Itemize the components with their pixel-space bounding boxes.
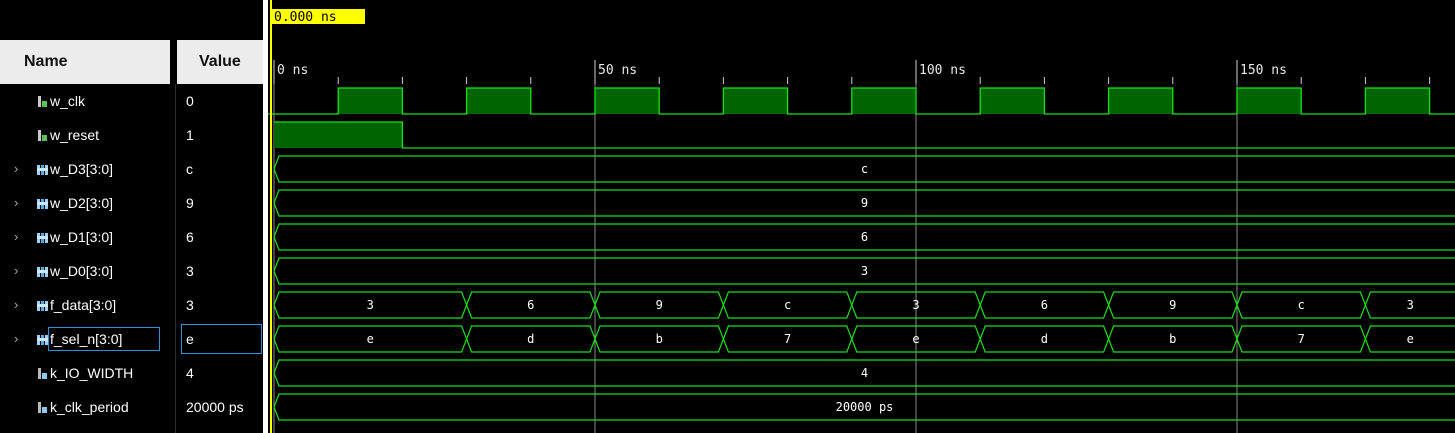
bit-signal-icon (36, 95, 48, 107)
signal-name: k_IO_WIDTH (50, 365, 134, 381)
param-signal-icon (36, 367, 48, 379)
bus-value-label: b (1169, 332, 1176, 346)
bit-high-fill (274, 122, 403, 148)
expand-chevron-icon[interactable]: › (14, 152, 26, 186)
time-label: 150 ns (1240, 63, 1287, 78)
bus-value-label: 6 (1041, 298, 1048, 312)
signal-row[interactable]: k_IO_WIDTH 4 (0, 356, 263, 390)
signal-row[interactable]: w_clk 0 (0, 84, 263, 118)
bus-value-label: 9 (656, 298, 663, 312)
expand-chevron-icon[interactable]: › (14, 288, 26, 322)
bus-value-label: 7 (784, 332, 791, 346)
signal-value: e (186, 331, 194, 347)
signal-name: f_data[3:0] (50, 297, 117, 313)
signal-name: w_D2[3:0] (50, 195, 114, 211)
expand-chevron-icon[interactable]: › (14, 322, 26, 356)
bit-signal-icon (36, 129, 48, 141)
bus-value-label: 7 (1298, 332, 1305, 346)
clock-high-fill (723, 88, 788, 114)
signal-value: 1 (186, 127, 194, 143)
param-signal-icon (36, 401, 48, 413)
signal-row[interactable]: › w_D2[3:0] 9 (0, 186, 263, 220)
bus-signal-icon (36, 197, 48, 209)
time-label: 0 ns (277, 63, 308, 78)
signal-value: 4 (186, 365, 194, 381)
bus-signal-icon (36, 265, 48, 277)
signal-name: w_D0[3:0] (50, 263, 114, 279)
time-label: 50 ns (598, 63, 637, 78)
signal-name: w_clk (50, 93, 86, 109)
bus-value-label: c (861, 162, 868, 176)
signal-value: 20000 ps (186, 399, 244, 415)
bus-value-label: e (912, 332, 919, 346)
bus-value-label: e (1407, 332, 1414, 346)
signal-value: c (186, 161, 193, 177)
bus-value-label: 20000 ps (836, 400, 894, 414)
name-column-header[interactable]: Name (0, 40, 170, 84)
signal-row[interactable]: k_clk_period 20000 ps (0, 390, 263, 424)
clock-high-fill (851, 88, 916, 114)
bus-value-label: c (784, 298, 791, 312)
signal-name: f_sel_n[3:0] (50, 331, 123, 347)
expand-chevron-icon[interactable]: › (14, 254, 26, 288)
bus-value-label: e (367, 332, 374, 346)
signal-row[interactable]: › f_sel_n[3:0] e (0, 322, 263, 356)
bus-signal-icon (36, 299, 48, 311)
signal-list-panel: Name Value w_clk 0 w_reset 1 › w_D3[3:0] c › w_D… (0, 0, 263, 433)
bus-value-label: 3 (367, 298, 374, 312)
waveform-panel[interactable]: 0 ns 50 ns 100 ns 150 ns c 9 6 3 3 6 9 c 3 6 9 c 3 e d b 7 e d… (268, 0, 1455, 433)
bus-value-label: 3 (861, 264, 868, 278)
signal-value: 3 (186, 297, 194, 313)
signal-value: 3 (186, 263, 194, 279)
cursor-time-label: 0.000 ns (274, 10, 337, 25)
signal-row[interactable]: w_reset 1 (0, 118, 263, 152)
value-column-header[interactable]: Value (177, 40, 263, 84)
clock-high-fill (1108, 88, 1173, 114)
clock-high-fill (595, 88, 660, 114)
signal-value: 9 (186, 195, 194, 211)
expand-chevron-icon[interactable]: › (14, 220, 26, 254)
bus-value-label: 9 (1169, 298, 1176, 312)
signal-value: 6 (186, 229, 194, 245)
signal-row[interactable]: › w_D1[3:0] 6 (0, 220, 263, 254)
bus-value-label: 6 (861, 230, 868, 244)
expand-chevron-icon[interactable]: › (14, 186, 26, 220)
signal-name: w_D3[3:0] (50, 161, 114, 177)
bus-value-label: d (527, 332, 534, 346)
time-label: 100 ns (919, 63, 966, 78)
signal-row[interactable]: › w_D0[3:0] 3 (0, 254, 263, 288)
clock-high-fill (1365, 88, 1430, 114)
signal-name: w_D1[3:0] (50, 229, 114, 245)
bus-value-label: b (656, 332, 663, 346)
signal-value: 0 (186, 93, 194, 109)
waveform-canvas[interactable]: 0 ns 50 ns 100 ns 150 ns c 9 6 3 3 6 9 c 3 6 9 c 3 e d b 7 e d… (268, 0, 1455, 433)
signal-row[interactable]: › f_data[3:0] 3 (0, 288, 263, 322)
bus-value-label: 3 (912, 298, 919, 312)
bus-value-label: 6 (527, 298, 534, 312)
bus-signal-icon (36, 333, 48, 345)
bus-value-label: c (1298, 298, 1305, 312)
column-divider[interactable] (170, 40, 177, 84)
signal-row[interactable]: › w_D3[3:0] c (0, 152, 263, 186)
bus-value-label: 4 (861, 366, 868, 380)
bus-signal-icon (36, 231, 48, 243)
bit-waveform (274, 121, 1455, 149)
clock-high-fill (338, 88, 403, 114)
signal-name: k_clk_period (50, 399, 129, 415)
bus-value-label: d (1041, 332, 1048, 346)
clock-high-fill (1237, 88, 1302, 114)
bus-value-label: 3 (1407, 298, 1414, 312)
bus-signal-icon (36, 163, 48, 175)
signal-name: w_reset (50, 127, 100, 143)
clock-high-fill (466, 88, 531, 114)
bus-value-label: 9 (861, 196, 868, 210)
clock-high-fill (980, 88, 1045, 114)
